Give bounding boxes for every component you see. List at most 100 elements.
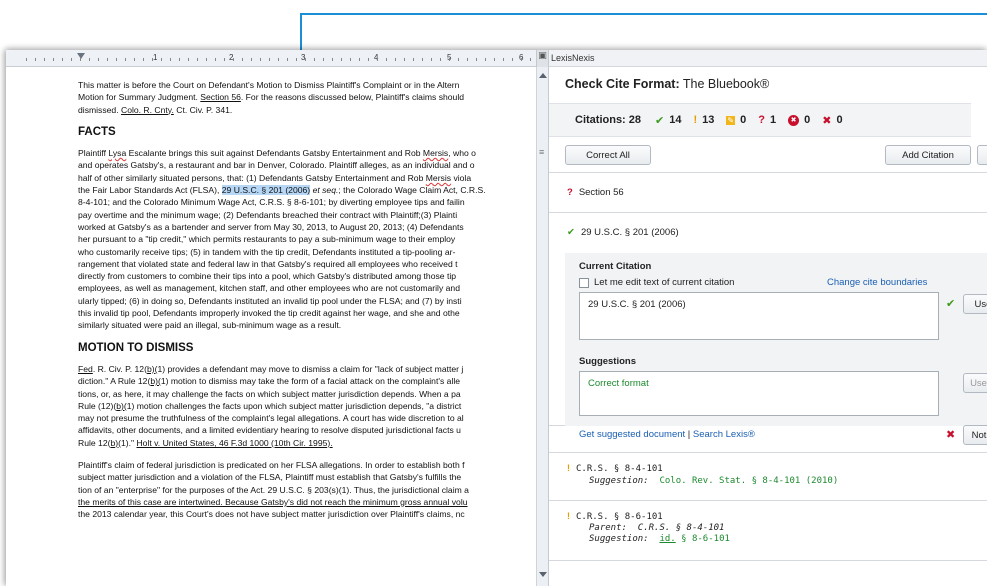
correct-all-button[interactable]: Correct All — [565, 145, 651, 165]
ruler-tick — [449, 58, 450, 61]
suggestions-box[interactable]: Correct format — [579, 371, 939, 416]
ruler-tick — [251, 58, 252, 61]
ruler-tick — [80, 58, 81, 61]
suggestion-text: Colo. Rev. Stat. § 8-4-101 (2010) — [659, 476, 839, 486]
current-citation-label: Current Citation — [579, 261, 652, 272]
ruler-tick — [350, 58, 351, 61]
view-toggle-icon[interactable]: ▣ — [536, 50, 548, 67]
check-cite-title: Check Cite Format: The Bluebook® — [565, 77, 770, 91]
ruler-tick — [422, 58, 423, 61]
document-page[interactable]: This matter is before the Court on Defen… — [6, 67, 536, 586]
ruler-tick — [530, 58, 531, 61]
selected-citation-usc[interactable]: 29 U.S.C. § 201 (2006) — [221, 185, 311, 196]
ruler-tick — [116, 58, 117, 61]
ruler-tick — [278, 58, 279, 61]
ruler-tick — [260, 58, 261, 61]
current-citation-box[interactable]: 29 U.S.C. § 201 (2006) — [579, 292, 939, 340]
stat-question[interactable]: ? 1 — [758, 114, 776, 126]
ruler-tick — [26, 58, 27, 61]
scroll-down-icon[interactable] — [539, 572, 547, 577]
ruler-tick — [197, 58, 198, 61]
warning-icon: ! — [693, 114, 698, 126]
ruler-tick — [404, 58, 405, 61]
use-button[interactable]: Use — [963, 294, 987, 314]
ruler-tick — [242, 58, 243, 61]
ruler-tick — [503, 58, 504, 61]
citation-holt[interactable]: Holt v. United States, 46 F.3d 1000 (10t… — [136, 438, 332, 448]
horizontal-ruler[interactable]: 1 2 3 4 5 6 — [6, 50, 536, 67]
ruler-tick — [467, 58, 468, 61]
suggestion-id: id. — [659, 534, 676, 544]
ruler-tick — [44, 58, 45, 61]
stat-warning[interactable]: ! 13 — [693, 114, 714, 126]
callout-line-horizontal — [300, 13, 987, 15]
motion-paragraph: Fed. R. Civ. P. 12(b)(1) provides a defe… — [78, 363, 464, 448]
ruler-tick — [152, 58, 153, 61]
change-boundaries-link[interactable]: Change cite boundaries — [827, 277, 927, 288]
add-citation-button[interactable]: Add Citation — [885, 145, 971, 165]
ruler-tick — [512, 58, 513, 61]
scroll-up-icon[interactable] — [539, 73, 547, 78]
suggestion-line: Suggestion: id. § 8-6-101 — [589, 534, 730, 544]
ruler-tick — [440, 58, 441, 61]
doc-links-row: Get suggested document | Search Lexis® — [579, 429, 755, 440]
x-icon: ✖ — [946, 429, 956, 441]
citation-item-usc-expanded[interactable]: ✔ 29 U.S.C. § 201 (2006) Current Citatio… — [549, 213, 987, 445]
get-suggested-document-link[interactable]: Get suggested document — [579, 429, 685, 440]
separator: | — [685, 429, 693, 440]
parent-label: Parent: — [589, 523, 627, 533]
motion-heading: MOTION TO DISMISS — [78, 341, 194, 354]
split-handle-icon[interactable]: ≡ — [539, 147, 544, 157]
error-circle-icon: ✖ — [788, 114, 800, 126]
edit-checkbox-label: Let me edit text of current citation — [594, 277, 735, 288]
check-icon: ✔ — [946, 298, 956, 310]
ruler-tick — [188, 58, 189, 61]
ruler-tick — [62, 58, 63, 61]
citation-item-crs-8-4-101[interactable]: ! C.R.S. § 8-4-101 Suggestion: Colo. Rev.… — [549, 453, 987, 501]
search-lexis-link[interactable]: Search Lexis® — [693, 429, 755, 440]
stat-error-circle[interactable]: ✖ 0 — [788, 114, 810, 126]
jurisdiction-paragraph: Plaintiff's claim of federal jurisdictio… — [78, 460, 469, 520]
more-button[interactable] — [977, 145, 987, 165]
citation-item-head: ! C.R.S. § 8-4-101 Suggestion: Colo. Rev.… — [567, 463, 838, 486]
document-scrollbar[interactable]: ≡ — [536, 67, 548, 586]
edit-checkbox-row[interactable]: Let me edit text of current citation — [579, 277, 734, 288]
citation-text: C.R.S. § 8-6-101 — [576, 512, 663, 522]
not-a-citation-button[interactable]: Not a — [963, 425, 987, 445]
parent-line: Parent: C.R.S. § 8-4-101 — [589, 523, 730, 533]
edit-checkbox[interactable] — [579, 277, 589, 288]
citation-item-section56[interactable]: ? Section 56 — [549, 173, 987, 213]
x-icon: ✖ — [822, 114, 832, 127]
use-suggestion-button[interactable]: Use S — [963, 373, 987, 393]
ruler-tick — [161, 58, 162, 61]
ruler-tick — [359, 58, 360, 61]
document-content[interactable]: This matter is before the Court on Defen… — [78, 79, 536, 531]
facts-paragraph: Plaintiff Lysa Escalante brings this sui… — [78, 148, 486, 331]
citation-stats-bar: Citations: 28 ✔ 14 ! 13 ✎ 0 ? 1 ✖ 0 ✖ 0 — [549, 103, 971, 137]
ruler-tick — [269, 58, 270, 61]
edited-icon: ✎ — [726, 115, 736, 125]
check-icon: ✔ — [567, 227, 575, 238]
suggestion-text: § 8-6-101 — [675, 534, 730, 544]
suggestion-line: Suggestion: Colo. Rev. Stat. § 8-4-101 (… — [589, 476, 838, 486]
ruler-tick — [377, 58, 378, 61]
stat-x[interactable]: ✖ 0 — [822, 114, 842, 127]
citation-item-crs-8-6-101[interactable]: ! C.R.S. § 8-6-101 Parent: C.R.S. § 8-4-1… — [549, 501, 987, 561]
indent-marker[interactable] — [77, 53, 85, 59]
ruler-tick — [107, 58, 108, 61]
citation-colo-rule[interactable]: Colo. R. Cnty. — [121, 105, 174, 115]
ruler-tick — [485, 58, 486, 61]
ruler-tick — [98, 58, 99, 61]
citation-section56[interactable]: Section 56 — [200, 92, 241, 102]
suggestion-text: Correct format — [588, 378, 649, 389]
ruler-tick — [125, 58, 126, 61]
ruler-tick — [71, 58, 72, 61]
stat-correct[interactable]: ✔ 14 — [655, 114, 681, 127]
suggestion-label: Suggestion: — [589, 476, 649, 486]
citations-count: Citations: 28 — [575, 114, 642, 126]
ruler-tick — [386, 58, 387, 61]
citation-item-head: ✔ 29 U.S.C. § 201 (2006) — [567, 227, 679, 238]
stat-edited[interactable]: ✎ 0 — [726, 114, 746, 126]
ruler-tick — [332, 58, 333, 61]
pane-title: LexisNexis — [549, 50, 987, 67]
